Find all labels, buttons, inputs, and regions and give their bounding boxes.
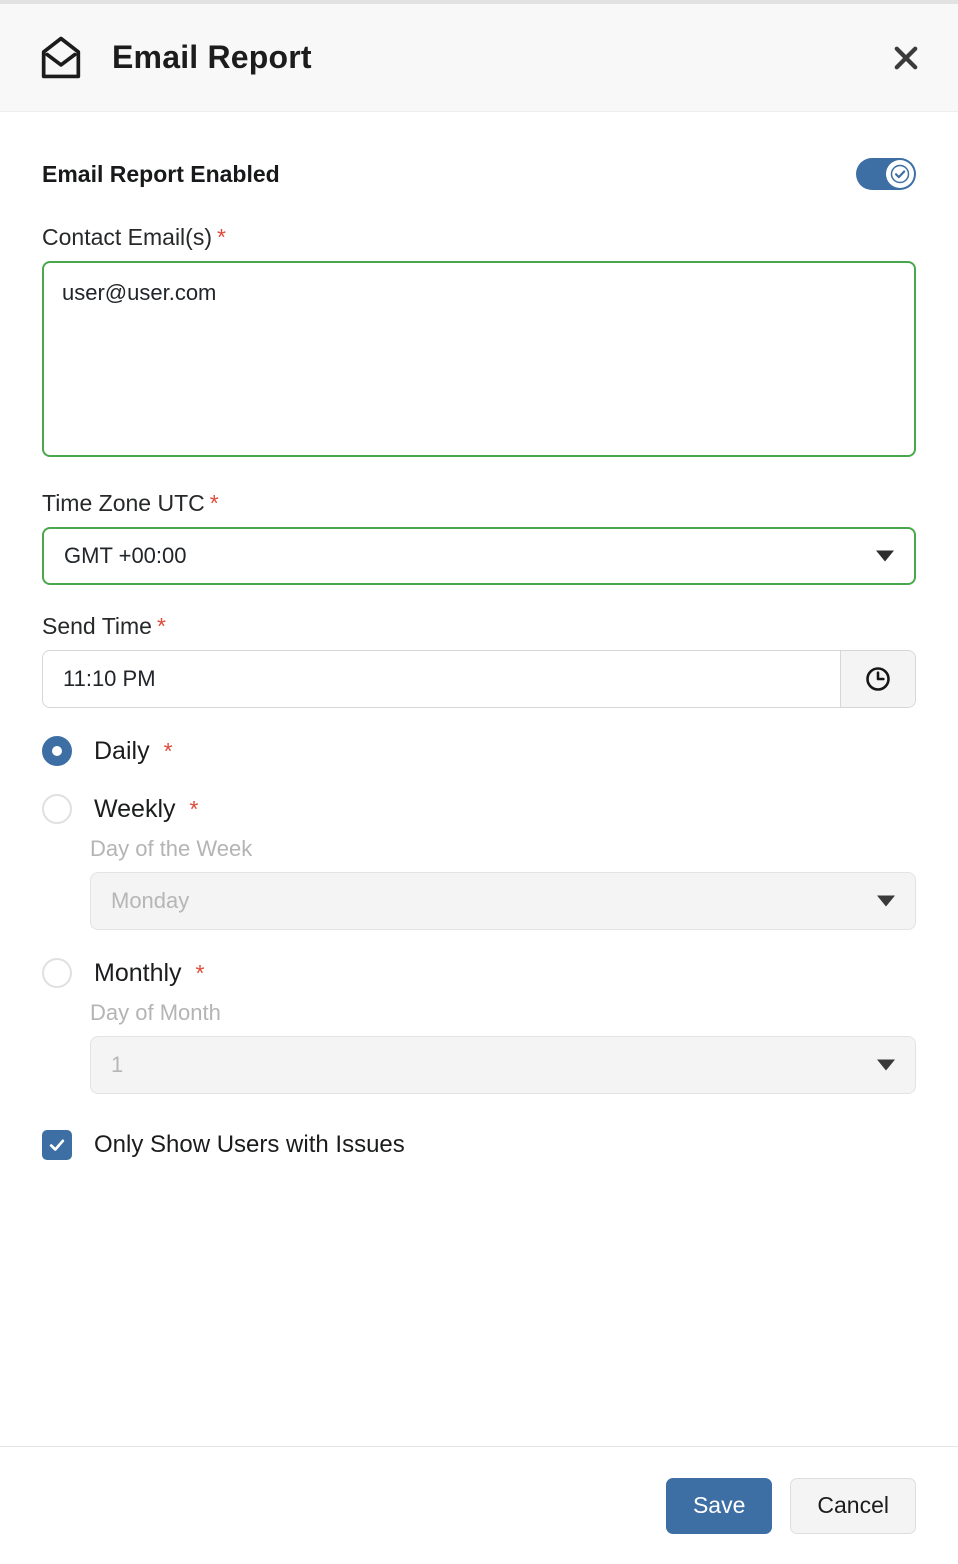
- chevron-down-icon: [877, 1059, 895, 1071]
- required-asterisk: *: [195, 959, 205, 986]
- only-issues-checkbox[interactable]: [42, 1130, 72, 1160]
- send-time-input[interactable]: [43, 651, 840, 707]
- dialog-header: Email Report: [0, 4, 958, 112]
- day-of-week-value: Monday: [111, 888, 190, 913]
- time-zone-label: Time Zone UTC *: [42, 490, 916, 517]
- frequency-option-daily[interactable]: Daily *: [42, 736, 916, 766]
- day-of-month-block: Day of Month 1: [90, 1000, 916, 1094]
- email-report-enabled-row: Email Report Enabled: [42, 158, 916, 190]
- close-icon[interactable]: [882, 34, 930, 82]
- day-of-month-label: Day of Month: [90, 1000, 221, 1025]
- toggle-knob: [886, 160, 914, 188]
- contact-email-input[interactable]: [42, 261, 916, 457]
- send-time-field: [42, 650, 916, 708]
- day-of-week-block: Day of the Week Monday: [90, 836, 916, 930]
- email-report-enabled-label: Email Report Enabled: [42, 160, 280, 187]
- radio-monthly[interactable]: [42, 958, 72, 988]
- day-of-month-value: 1: [111, 1052, 124, 1077]
- send-time-label-text: Send Time: [42, 613, 152, 639]
- chevron-down-icon: [876, 550, 894, 562]
- required-asterisk: *: [156, 613, 166, 639]
- radio-weekly-label: Weekly: [94, 794, 176, 823]
- time-zone-select[interactable]: GMT +00:00: [42, 527, 916, 585]
- required-asterisk: *: [209, 490, 219, 516]
- time-zone-label-text: Time Zone UTC: [42, 490, 205, 516]
- clock-icon[interactable]: [840, 651, 915, 707]
- required-asterisk: *: [216, 224, 226, 250]
- required-asterisk: *: [189, 795, 199, 822]
- only-issues-label: Only Show Users with Issues: [94, 1131, 405, 1158]
- required-asterisk: *: [163, 737, 173, 764]
- radio-weekly[interactable]: [42, 794, 72, 824]
- contact-email-label-text: Contact Email(s): [42, 224, 212, 250]
- contact-email-label: Contact Email(s) *: [42, 224, 916, 251]
- page-title: Email Report: [112, 39, 312, 75]
- dialog-footer: Save Cancel: [0, 1446, 958, 1564]
- cancel-button[interactable]: Cancel: [790, 1477, 916, 1534]
- open-envelope-icon: [34, 31, 88, 85]
- time-zone-value: GMT +00:00: [64, 543, 187, 568]
- day-of-week-label: Day of the Week: [90, 836, 253, 861]
- day-of-week-select: Monday: [90, 872, 916, 930]
- radio-daily-label: Daily: [94, 736, 150, 765]
- day-of-month-select: 1: [90, 1036, 916, 1094]
- dialog-body: Email Report Enabled Contact Email(s)* T…: [0, 112, 958, 1446]
- save-button[interactable]: Save: [665, 1477, 773, 1534]
- email-report-dialog: Email Report Email Report Enabled Contac…: [0, 0, 958, 1564]
- chevron-down-icon: [877, 895, 895, 907]
- radio-daily[interactable]: [42, 736, 72, 766]
- frequency-option-weekly[interactable]: Weekly *: [42, 794, 916, 824]
- send-time-label: Send Time *: [42, 613, 916, 640]
- email-report-enabled-toggle[interactable]: [856, 158, 916, 190]
- only-issues-row[interactable]: Only Show Users with Issues: [42, 1130, 916, 1160]
- radio-monthly-label: Monthly: [94, 958, 182, 987]
- frequency-option-monthly[interactable]: Monthly *: [42, 958, 916, 988]
